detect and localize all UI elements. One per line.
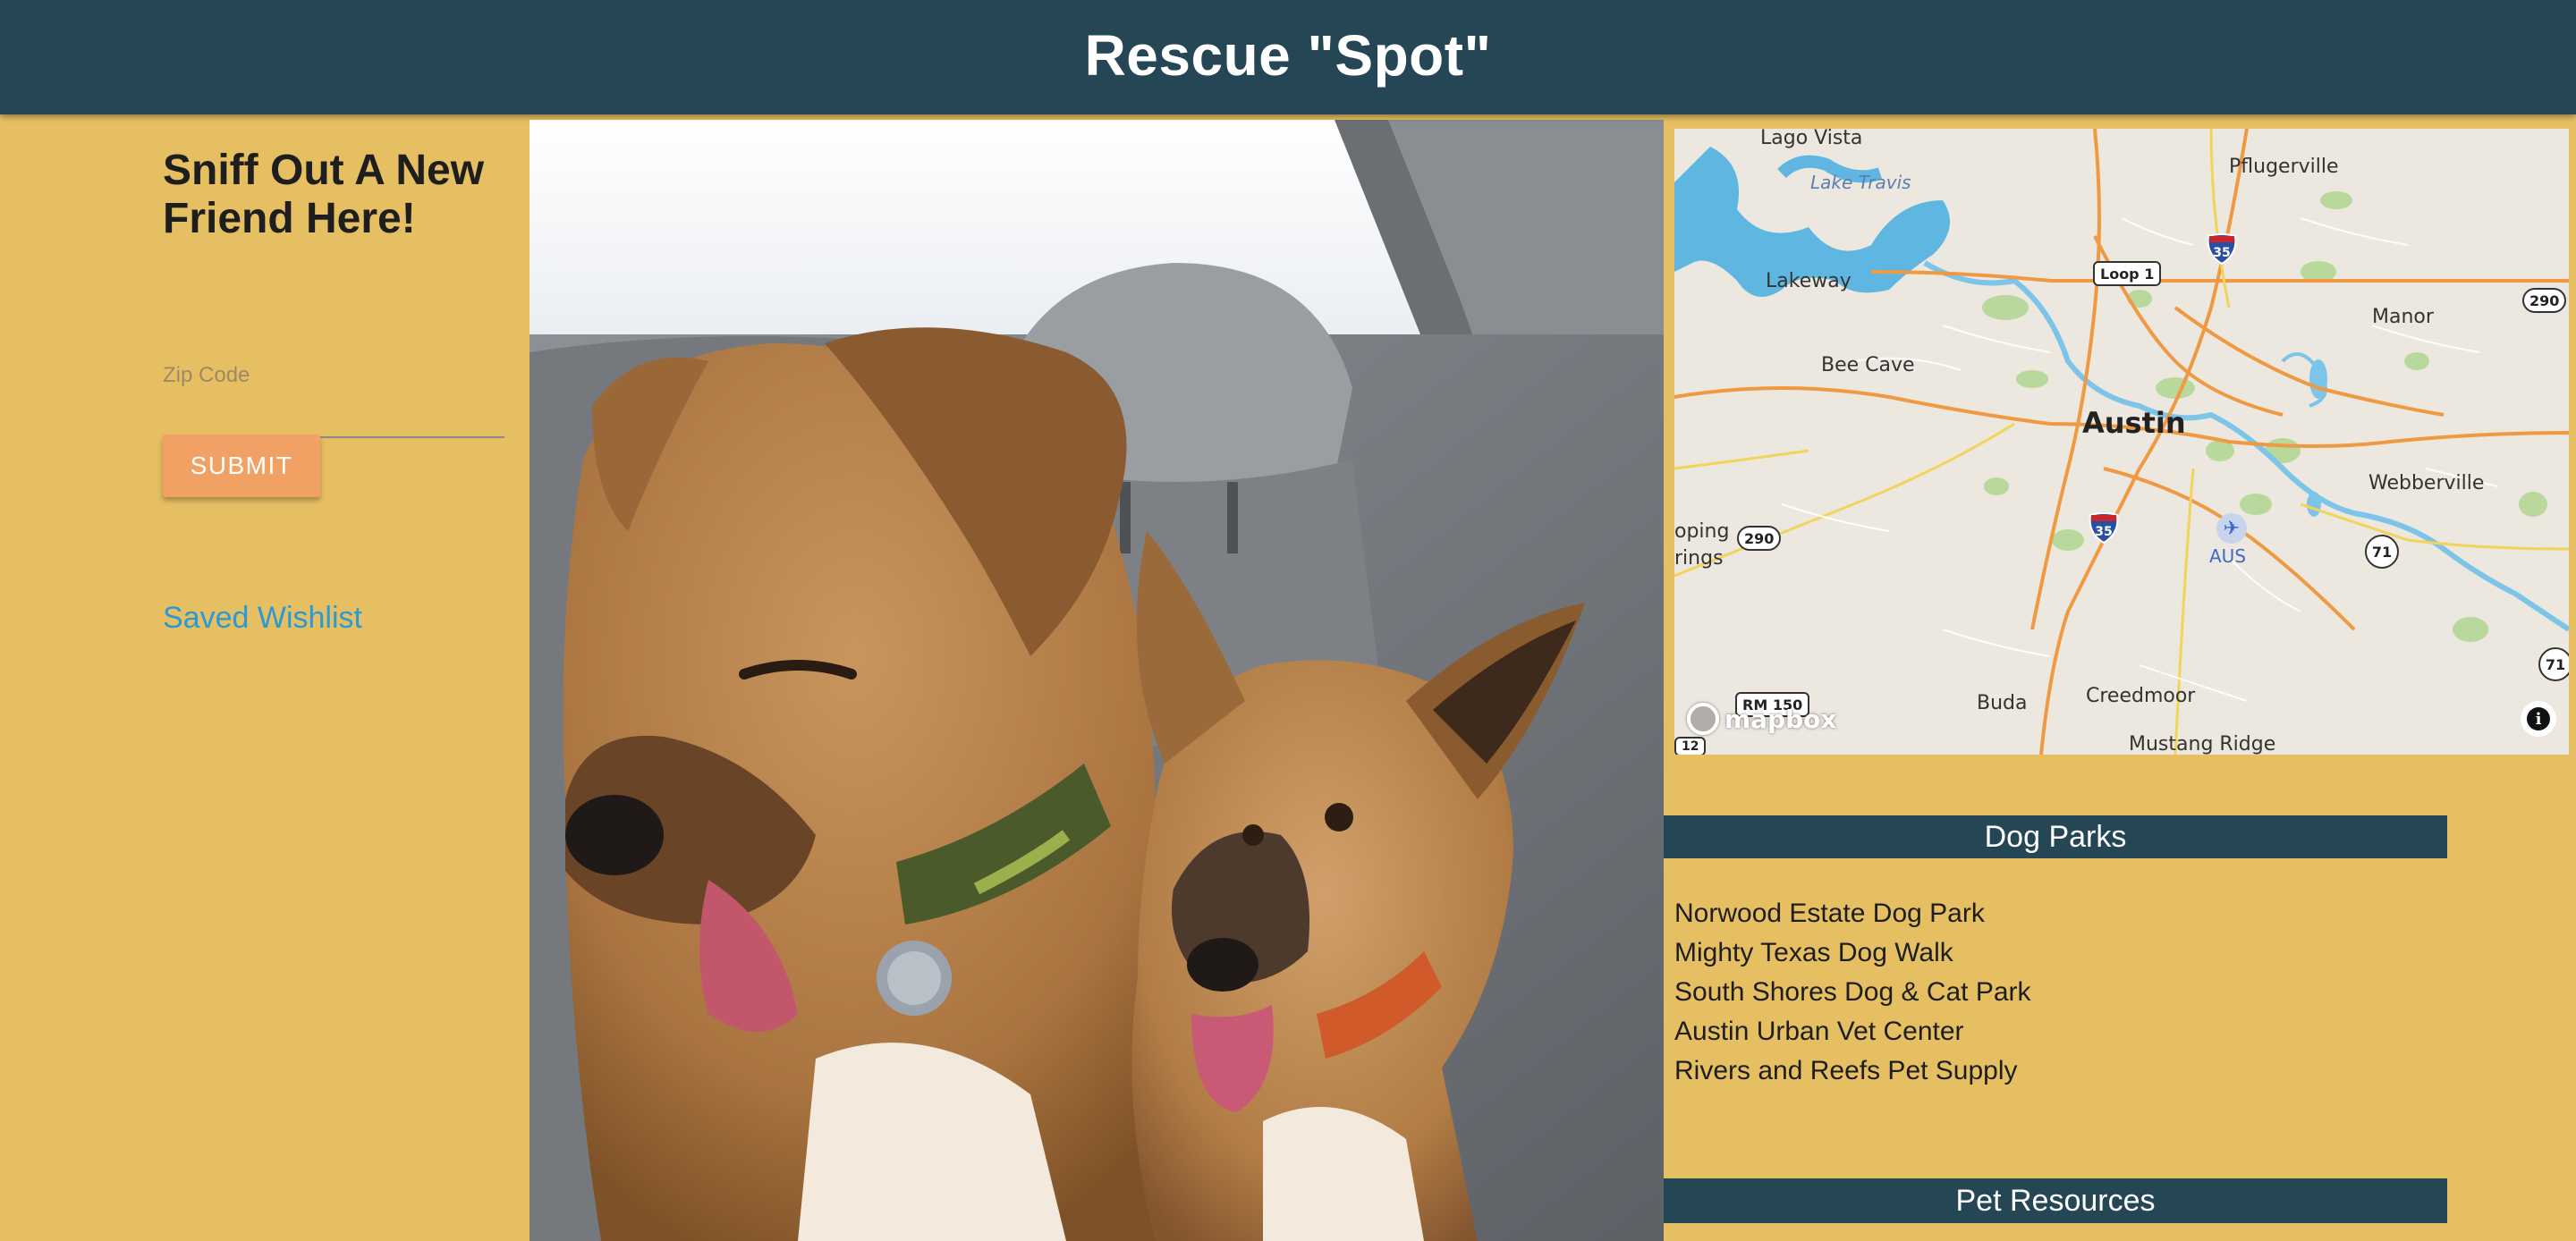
map-label-creedmoor: Creedmoor <box>2086 685 2196 707</box>
interstate-35-south-shield: 35 <box>2088 511 2120 544</box>
mapbox-logo-text: mapbox <box>1724 704 1837 734</box>
map-label-austin: Austin <box>2082 406 2186 440</box>
map-canvas[interactable] <box>1674 129 2569 755</box>
shield-sh-71-a: 71 <box>2365 535 2399 569</box>
interstate-35-north-shield: 35 <box>2206 232 2238 265</box>
shield-sh-71-b: 71 <box>2538 647 2569 681</box>
dog-parks-list: Norwood Estate Dog Park Mighty Texas Dog… <box>1674 894 2031 1091</box>
zip-code-input[interactable] <box>163 401 504 438</box>
map-label-pflugerville: Pflugerville <box>2229 156 2339 178</box>
dog-parks-heading: Dog Parks <box>1664 815 2447 858</box>
info-icon: i <box>2527 707 2550 730</box>
map-label-manor: Manor <box>2372 306 2434 328</box>
map-label-webberville: Webberville <box>2368 472 2485 494</box>
saved-wishlist-link[interactable]: Saved Wishlist <box>163 601 362 636</box>
shield-loop-1: Loop 1 <box>2093 261 2162 286</box>
map-label-buda: Buda <box>1977 692 2028 714</box>
list-item[interactable]: Rivers and Reefs Pet Supply <box>1674 1051 2031 1091</box>
shield-rm-12: 12 <box>1674 737 1707 755</box>
map-label-lake-travis: Lake Travis <box>1810 172 1911 193</box>
search-panel: Sniff Out A New Friend Here! Zip Code SU… <box>0 114 530 1241</box>
pet-resources-heading: Pet Resources <box>1664 1178 2447 1223</box>
map-label-dripping-springs-1: oping <box>1674 520 1730 543</box>
map-label-mustang-ridge: Mustang Ridge <box>2129 733 2276 755</box>
dog-photo-image <box>530 120 1664 1241</box>
list-item[interactable]: South Shores Dog & Cat Park <box>1674 973 2031 1012</box>
dog-photo <box>530 120 1664 1241</box>
list-item[interactable]: Norwood Estate Dog Park <box>1674 894 2031 933</box>
map-widget[interactable]: Lago Vista Lake Travis Pflugerville Lake… <box>1674 129 2569 755</box>
app-header: Rescue "Spot" <box>0 0 2576 114</box>
search-tagline: Sniff Out A New Friend Here! <box>163 147 485 242</box>
map-label-bee-cave: Bee Cave <box>1821 354 1915 376</box>
mapbox-logo-icon <box>1687 703 1719 735</box>
i35-south-text: 35 <box>2095 525 2112 539</box>
map-label-lakeway: Lakeway <box>1766 270 1852 292</box>
list-item[interactable]: Mighty Texas Dog Walk <box>1674 933 2031 973</box>
shield-us-290-east: 290 <box>2522 288 2567 313</box>
page-title: Rescue "Spot" <box>1084 23 1492 88</box>
map-label-lago-vista: Lago Vista <box>1760 129 1863 149</box>
submit-button[interactable]: SUBMIT <box>163 435 320 497</box>
list-item[interactable]: Austin Urban Vet Center <box>1674 1012 2031 1051</box>
map-label-dripping-springs-2: rings <box>1674 547 1724 570</box>
map-label-aus: AUS <box>2209 545 2247 567</box>
zip-code-label: Zip Code <box>163 363 250 387</box>
airport-icon: ✈ <box>2216 513 2247 544</box>
map-info-button[interactable]: i <box>2521 701 2556 737</box>
mapbox-attribution[interactable]: mapbox <box>1687 701 1836 737</box>
i35-north-text: 35 <box>2213 246 2230 260</box>
shield-us-290-west: 290 <box>1737 526 1782 551</box>
